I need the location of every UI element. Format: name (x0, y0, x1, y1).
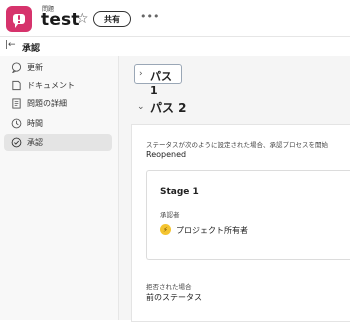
path-1-header[interactable]: › パス 1 (134, 64, 182, 97)
nav-item-label: 更新 (27, 63, 43, 72)
bolt-icon: ⚡ (160, 224, 171, 235)
path-title[interactable]: パス 2 (150, 99, 187, 116)
rejection-value: 前のステータス (146, 293, 202, 302)
nav-item-label: 時間 (27, 119, 43, 128)
nav-item-documents[interactable]: ドキュメント (4, 77, 112, 94)
collapse-sidebar-icon[interactable]: |← (5, 40, 16, 50)
approver-name: プロジェクト所有者 (176, 226, 248, 235)
nav-item-issue-details[interactable]: 問題の詳細 (4, 95, 112, 112)
section-header: |← 承認 (0, 36, 350, 57)
rejection-label: 拒否された場合 (146, 283, 192, 291)
trigger-condition-label: ステータスが次のように設定された場合、承認プロセスを開始 (146, 141, 328, 149)
nav-item-label: 問題の詳細 (27, 99, 67, 108)
object-header: 問題 test ☆ 共有 ••• (0, 0, 350, 36)
stage-title: Stage 1 (160, 187, 199, 197)
chevron-right-icon: › (139, 69, 143, 79)
nav-item-time[interactable]: 時間 (4, 115, 112, 132)
trigger-condition-value: Reopened (146, 150, 187, 159)
share-button[interactable]: 共有 (93, 11, 131, 27)
path-title: パス 1 (150, 70, 172, 97)
details-icon (10, 98, 22, 110)
nav-item-label: 承認 (27, 138, 43, 147)
nav-item-approvals[interactable]: 承認 (4, 134, 112, 151)
star-icon[interactable]: ☆ (76, 12, 89, 26)
nav-item-label: ドキュメント (27, 81, 75, 90)
approver-label: 承認者 (160, 211, 180, 219)
comment-icon (10, 62, 22, 74)
document-icon (10, 80, 22, 92)
section-title: 承認 (22, 44, 41, 54)
more-options-icon[interactable]: ••• (140, 11, 159, 22)
left-nav: 更新 ドキュメント 問題の詳細 時間 承認 (0, 56, 119, 320)
nav-item-updates[interactable]: 更新 (4, 59, 112, 76)
check-circle-icon (10, 137, 22, 149)
issue-icon (6, 6, 32, 32)
page-title: test (41, 10, 80, 30)
clock-icon (10, 118, 22, 130)
chevron-down-icon[interactable]: ⌄ (137, 102, 145, 112)
